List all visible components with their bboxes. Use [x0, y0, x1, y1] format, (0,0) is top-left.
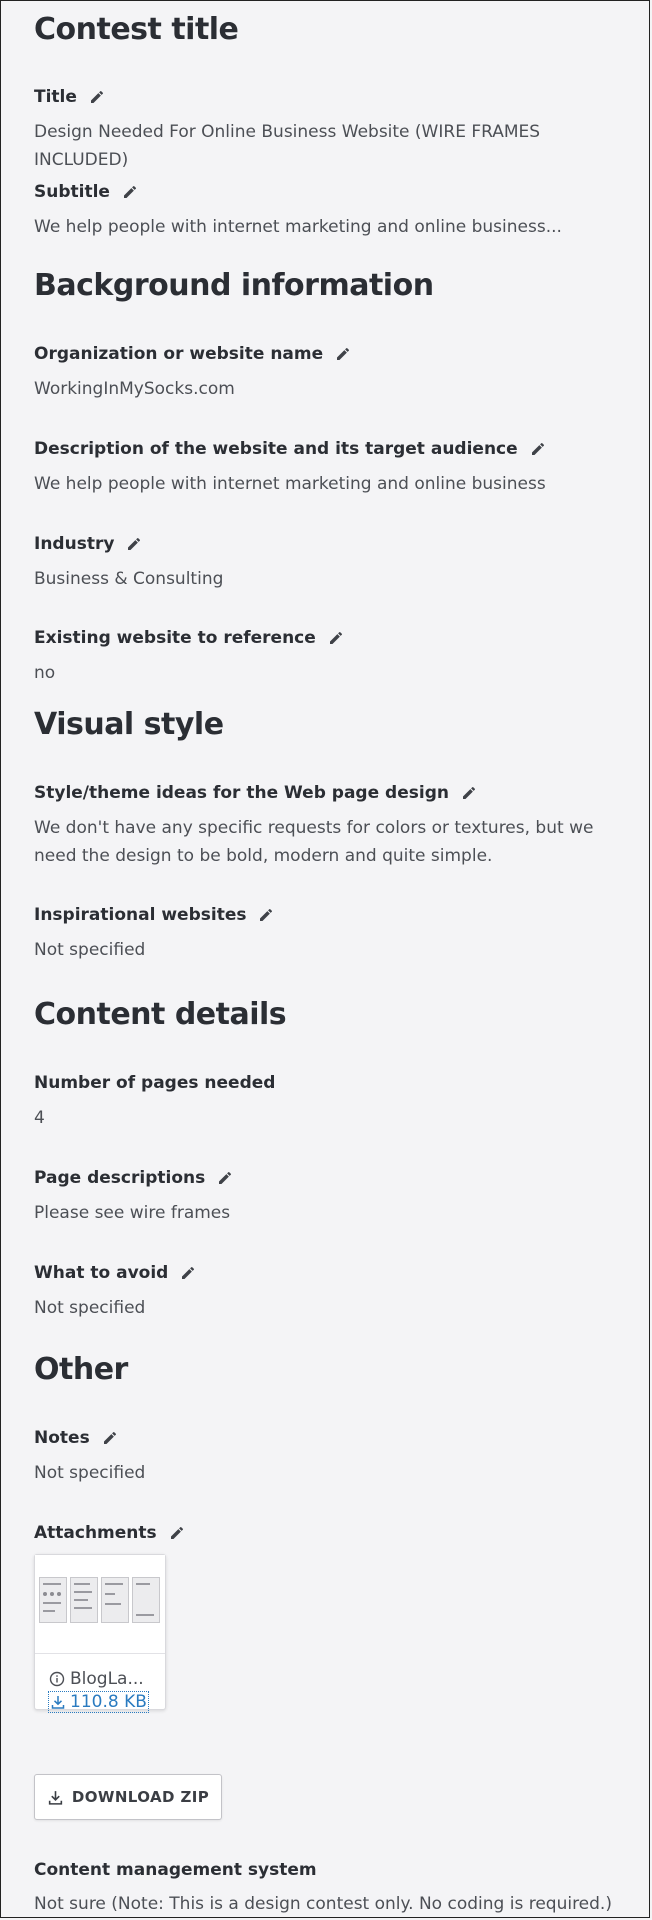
num-pages-label-text: Number of pages needed	[34, 1073, 276, 1093]
pencil-icon[interactable]	[258, 907, 274, 923]
download-icon	[48, 1790, 63, 1805]
field-label-style-ideas: Style/theme ideas for the Web page desig…	[34, 783, 477, 803]
field-value-existing-site: no	[34, 663, 56, 683]
inspirational-label-text: Inspirational websites	[34, 905, 247, 925]
org-name-label-text: Organization or website name	[34, 344, 324, 364]
field-value-num-pages: 4	[34, 1108, 45, 1128]
attachment-size-text: 110.8 KB	[70, 1692, 147, 1712]
field-value-title: Design Needed For Online Business Websit…	[34, 122, 541, 170]
field-label-page-descriptions: Page descriptions	[34, 1168, 233, 1188]
pencil-icon[interactable]	[335, 346, 351, 362]
section-heading-content-details: Content details	[34, 997, 287, 1032]
field-label-notes: Notes	[34, 1428, 118, 1448]
field-label-industry: Industry	[34, 534, 142, 554]
pencil-icon[interactable]	[102, 1430, 118, 1446]
field-value-inspirational: Not specified	[34, 940, 146, 960]
wireframe-page-1	[39, 1577, 67, 1623]
info-icon[interactable]	[49, 1671, 65, 1687]
field-label-org-name: Organization or website name	[34, 344, 351, 364]
pencil-icon[interactable]	[328, 630, 344, 646]
attachment-download-link[interactable]: 110.8 KB	[48, 1691, 149, 1713]
field-value-industry: Business & Consulting	[34, 569, 224, 589]
download-zip-button[interactable]: DOWNLOAD ZIP	[34, 1774, 222, 1820]
field-value-org-name: WorkingInMySocks.com	[34, 379, 235, 399]
description-label-text: Description of the website and its targe…	[34, 439, 518, 459]
field-label-subtitle: Subtitle	[34, 182, 138, 202]
field-label-description: Description of the website and its targe…	[34, 439, 546, 459]
field-label-num-pages: Number of pages needed	[34, 1073, 275, 1093]
wireframe-page-3	[101, 1577, 129, 1623]
section-heading-visual-style: Visual style	[34, 707, 224, 742]
download-icon	[51, 1696, 65, 1709]
pencil-icon[interactable]	[169, 1525, 185, 1541]
section-heading-background: Background information	[34, 268, 434, 303]
field-label-inspirational: Inspirational websites	[34, 905, 274, 925]
attachment-card[interactable]: BlogLa... 110.8 KB	[34, 1554, 166, 1713]
cms-label-text: Content management system	[34, 1860, 317, 1880]
attachment-name-text: BlogLa...	[70, 1669, 144, 1689]
pencil-icon[interactable]	[180, 1265, 196, 1281]
pencil-icon[interactable]	[217, 1170, 233, 1186]
avoid-label-text: What to avoid	[34, 1263, 169, 1283]
existing-site-label-text: Existing website to reference	[34, 628, 316, 648]
section-heading-other: Other	[34, 1352, 128, 1387]
field-value-avoid: Not specified	[34, 1298, 146, 1318]
field-value-page-descriptions: Please see wire frames	[34, 1203, 231, 1223]
field-value-notes: Not specified	[34, 1463, 146, 1483]
pencil-icon[interactable]	[461, 785, 477, 801]
attachment-thumbnail[interactable]	[35, 1555, 165, 1654]
attachment-name: BlogLa...	[49, 1669, 144, 1689]
section-heading-contest-title: Contest title	[34, 12, 239, 47]
subtitle-label-text: Subtitle	[34, 182, 110, 202]
wireframe-page-4	[132, 1577, 160, 1623]
field-label-avoid: What to avoid	[34, 1263, 196, 1283]
pencil-icon[interactable]	[126, 536, 142, 552]
field-value-subtitle: We help people with internet marketing a…	[34, 217, 562, 237]
field-label-existing-site: Existing website to reference	[34, 628, 344, 648]
style-ideas-label-text: Style/theme ideas for the Web page desig…	[34, 783, 449, 803]
industry-label-text: Industry	[34, 534, 115, 554]
title-label-text: Title	[34, 87, 77, 107]
field-value-cms: Not sure (Note: This is a design contest…	[34, 1894, 612, 1914]
pencil-icon[interactable]	[122, 184, 138, 200]
pencil-icon[interactable]	[89, 89, 105, 105]
pencil-icon[interactable]	[530, 441, 546, 457]
field-label-attachments: Attachments	[34, 1523, 185, 1543]
field-value-style-ideas: We don't have any specific requests for …	[34, 818, 594, 866]
page-descriptions-label-text: Page descriptions	[34, 1168, 206, 1188]
attachments-label-text: Attachments	[34, 1523, 157, 1543]
download-zip-label: DOWNLOAD ZIP	[71, 1788, 210, 1806]
notes-label-text: Notes	[34, 1428, 90, 1448]
field-label-title: Title	[34, 87, 105, 107]
field-value-description: We help people with internet marketing a…	[34, 474, 546, 494]
wireframe-page-2	[70, 1577, 98, 1623]
field-label-cms: Content management system	[34, 1860, 317, 1880]
